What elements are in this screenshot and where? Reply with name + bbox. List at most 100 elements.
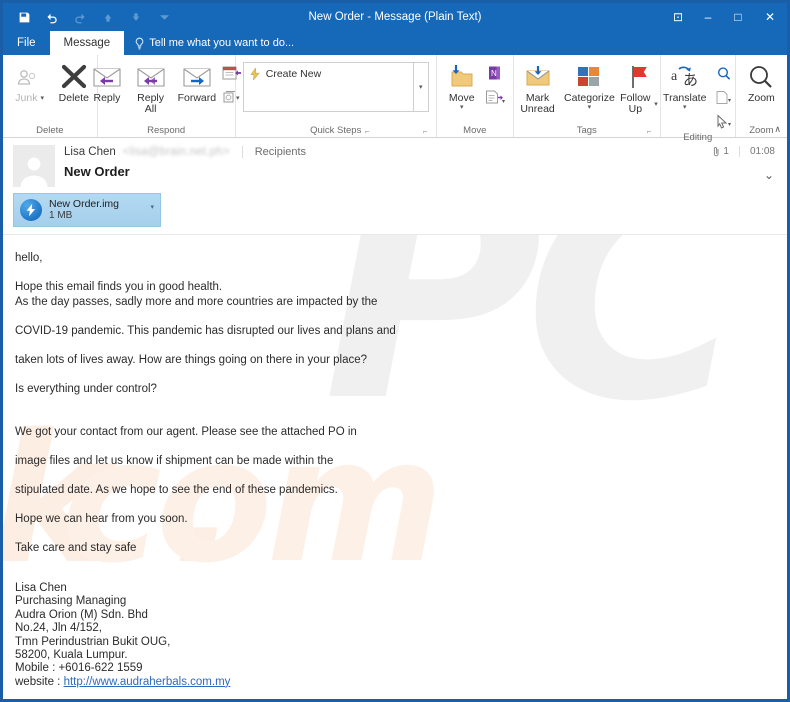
signature-line: Audra Orion (M) Sdn. Bhd [15, 608, 148, 621]
junk-button[interactable]: Junk ▾ [6, 59, 54, 104]
categorize-label: Categorize [564, 92, 615, 104]
quick-step-lightning-icon [250, 68, 260, 80]
ribbon: Junk ▾ Delete Delete Reply Reply All For… [3, 55, 787, 143]
delete-x-icon [60, 61, 88, 93]
expand-header-icon[interactable]: ⌄ [764, 168, 774, 182]
quick-step-label: Create New [265, 68, 322, 80]
group-label-quick-steps-text: Quick Steps [310, 124, 362, 136]
avatar [13, 145, 55, 187]
forward-button[interactable]: Forward [174, 59, 219, 104]
delete-label: Delete [58, 92, 90, 104]
mark-unread-button[interactable]: Mark Unread [511, 59, 565, 115]
group-label-delete: Delete [36, 124, 64, 136]
zoom-button[interactable]: Zoom [741, 59, 781, 104]
body-line: COVID-19 pandemic. This pandemic has dis… [15, 325, 396, 337]
reply-all-envelope-icon [135, 61, 167, 93]
onenote-icon[interactable]: N [482, 62, 508, 84]
chevron-down-icon[interactable] [151, 6, 177, 28]
body-line: Take care and stay safe [15, 542, 137, 554]
junk-label: Junk [15, 92, 38, 104]
header-divider [241, 146, 243, 158]
ribbon-group-respond: Reply Reply All Forward ▾ Respond [93, 55, 242, 137]
tell-me-label: Tell me what you want to do... [149, 37, 295, 49]
svg-text:▾: ▾ [728, 98, 731, 104]
message-time: 01:08 [749, 146, 775, 157]
ribbon-group-delete: Junk ▾ Delete Delete [3, 55, 98, 137]
quick-steps-gallery[interactable]: Create New ▾ [242, 62, 429, 112]
reply-envelope-icon [91, 61, 123, 93]
signature-block: Lisa Chen Purchasing Managing Audra Orio… [15, 582, 775, 689]
tab-message[interactable]: Message [49, 31, 125, 55]
tell-me-search[interactable]: Tell me what you want to do... [124, 31, 304, 55]
translate-button[interactable]: a あ Translate ▾ [658, 59, 711, 111]
window-controls: ⊡ – □ ✕ [663, 3, 787, 31]
undo-icon[interactable] [39, 6, 65, 28]
collapse-ribbon-icon[interactable]: ∧ [774, 124, 781, 135]
editing-small-buttons: ▾ ▾ [711, 59, 737, 132]
move-button[interactable]: Move ▾ [442, 59, 482, 111]
quick-access-toolbar [3, 6, 177, 28]
attachment-count: 1 [713, 146, 729, 157]
attachment-caret-icon[interactable]: ▾ [150, 203, 154, 211]
body-line: Hope this email finds you in good health… [15, 281, 223, 293]
group-label-tags: Tags ⌐ [514, 123, 660, 137]
group-label-tags-text: Tags [576, 124, 597, 136]
sender-row: Lisa Chen <lisa@brain.net.ph> Recipients [64, 146, 777, 158]
tags-dialog-launcher[interactable]: ⌐ [647, 127, 656, 136]
body-line: Hope we can hear from you soon. [15, 513, 188, 525]
minimize-button[interactable]: – [693, 3, 723, 31]
translate-label: Translate [663, 92, 707, 104]
lightbulb-icon [135, 37, 144, 50]
quick-steps-scroll-icon[interactable]: ▾ [412, 63, 428, 111]
website-link[interactable]: http://www.audraherbals.com.my [64, 676, 231, 688]
ribbon-display-options-icon[interactable]: ⊡ [663, 3, 693, 31]
junk-caret-icon[interactable]: ▾ [40, 95, 44, 102]
attachment-chip[interactable]: New Order.img 1 MB ▾ [13, 193, 161, 227]
body-line: image files and let us know if shipment … [15, 455, 334, 467]
pointer-cursor-icon[interactable]: ▾ [711, 110, 737, 132]
signature-line: Purchasing Managing [15, 595, 127, 608]
group-label-move: Move ⌐ [365, 123, 513, 137]
group-label-move-text: Move [463, 124, 487, 136]
translate-caret-icon[interactable]: ▾ [683, 104, 687, 111]
quick-step-create-new[interactable]: Create New [250, 68, 407, 80]
save-icon[interactable] [11, 6, 37, 28]
categorize-button[interactable]: Categorize ▾ [564, 59, 615, 111]
signature-line: Lisa Chen [15, 582, 67, 594]
reply-all-label: Reply All [137, 92, 165, 115]
down-arrow-icon [123, 6, 149, 28]
quick-steps-dialog-launcher[interactable]: ⌐ [423, 127, 432, 136]
move-caret-icon[interactable]: ▾ [460, 104, 464, 111]
svg-text:N: N [491, 69, 497, 78]
tab-file[interactable]: File [3, 31, 50, 55]
zoom-label: Zoom [747, 92, 775, 104]
attachment-count-value: 1 [723, 146, 729, 157]
find-magnifier-icon[interactable] [711, 62, 737, 84]
group-label-quick-steps: Quick Steps ⌐ [236, 123, 436, 137]
attachment-size: 1 MB [49, 210, 73, 221]
maximize-button[interactable]: □ [723, 3, 753, 31]
mark-unread-label: Mark Unread [520, 92, 555, 115]
follow-up-button[interactable]: Follow Up ▾ [614, 59, 662, 115]
mark-unread-envelope-icon [523, 61, 553, 93]
close-button[interactable]: ✕ [753, 3, 787, 31]
select-page-icon[interactable]: ▾ [711, 86, 737, 108]
recipients-label[interactable]: Recipients [255, 146, 306, 158]
reply-all-button[interactable]: Reply All [127, 59, 174, 115]
reply-button[interactable]: Reply [87, 59, 127, 104]
body-paragraphs: hello, Hope this email finds you in good… [15, 251, 775, 556]
group-label-respond: Respond [147, 124, 186, 136]
title-bar: New Order - Message (Plain Text) ⊡ – □ ✕ [3, 3, 787, 31]
redo-icon [67, 6, 93, 28]
message-body[interactable]: PC k . com hello, Hope this email finds … [3, 235, 787, 699]
website-label: website : [15, 675, 64, 688]
ribbon-group-tags: Mark Unread Categorize ▾ Follow Up ▾ Tag… [514, 55, 661, 137]
sender-email: <lisa@brain.net.ph> [122, 146, 230, 158]
svg-text:▾: ▾ [502, 99, 505, 105]
outlook-message-window: New Order - Message (Plain Text) ⊡ – □ ✕… [0, 0, 790, 702]
rules-page-icon[interactable]: ▾ [482, 86, 508, 108]
message-header: Lisa Chen <lisa@brain.net.ph> Recipients… [3, 138, 787, 235]
translate-icon: a あ [670, 61, 700, 93]
move-dialog-launcher[interactable]: ⌐ [365, 127, 374, 136]
categorize-caret-icon[interactable]: ▾ [588, 104, 592, 111]
